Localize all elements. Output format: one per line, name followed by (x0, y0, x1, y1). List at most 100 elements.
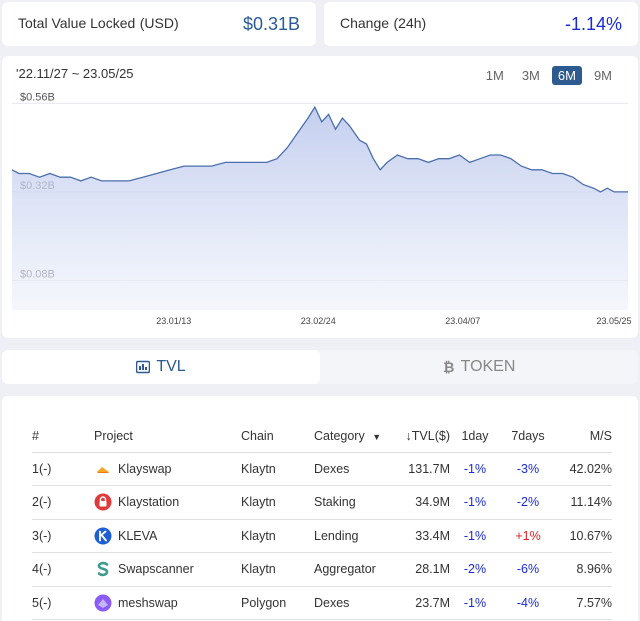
header-tvl-label: TVL($) (411, 428, 450, 443)
header-7days[interactable]: 7days (500, 420, 556, 453)
tab-token[interactable]: ₿ TOKEN (320, 350, 638, 384)
tvl-chart-card: $0.56B$0.32B$0.08B23.01/1323.02/2423.04/… (2, 56, 638, 338)
header-1day[interactable]: 1day (450, 420, 500, 453)
cell-7days: -6% (500, 552, 556, 587)
header-rank[interactable]: # (32, 420, 94, 453)
svg-text:₿: ₿ (443, 360, 454, 374)
period-button-6m[interactable]: 6M (551, 66, 582, 85)
cell-ms: 10.67% (556, 519, 612, 553)
view-tabs: TVL ₿ TOKEN (2, 350, 638, 384)
table-row[interactable]: 1(-) Klayswap Klaytn Dexes 131.7M -1% -3… (32, 452, 612, 486)
cell-chain: Klaytn (241, 552, 314, 587)
meshswap-logo-icon (94, 594, 112, 612)
cell-tvl: 28.1M (394, 552, 450, 587)
ranking-table: # Project Chain Category ▼ ↓TVL($) 1day … (32, 420, 612, 620)
header-category-label: Category (314, 428, 365, 443)
change-stat-label: Change (24h) (340, 15, 426, 33)
y-tick-label: $0.56B (20, 91, 55, 103)
cell-7days: -3% (500, 452, 556, 486)
header-category[interactable]: Category ▼ (314, 420, 394, 453)
kleva-logo-icon (94, 527, 112, 545)
tvl-label: Total Value Locked (18, 15, 136, 31)
table-header-row: # Project Chain Category ▼ ↓TVL($) 1day … (32, 420, 612, 453)
cell-chain: Klaytn (241, 485, 314, 520)
klaystation-logo-icon (94, 493, 112, 511)
table-row[interactable]: 3(-) KLEVA Klaytn Lending 33.4M -1% +1% … (32, 519, 612, 553)
cell-project[interactable]: meshswap (94, 586, 241, 620)
tab-tvl-label: TVL (156, 358, 186, 375)
cell-project[interactable]: KLEVA (94, 519, 241, 553)
cell-project[interactable]: Klaystation (94, 485, 241, 520)
x-tick-label: 23.02/24 (301, 316, 336, 326)
cell-category: Lending (314, 519, 394, 553)
cell-rank: 2(-) (32, 485, 94, 520)
cell-7days: -4% (500, 586, 556, 620)
cell-project[interactable]: Klayswap (94, 452, 241, 486)
cell-ms: 7.57% (556, 586, 612, 620)
period-button-1m[interactable]: 1M (480, 66, 510, 85)
tvl-unit: (USD) (139, 15, 179, 31)
cell-rank: 5(-) (32, 586, 94, 620)
cell-category: Aggregator (314, 552, 394, 587)
header-tvl[interactable]: ↓TVL($) (394, 420, 450, 453)
cell-ms: 11.14% (556, 485, 612, 520)
change-label: Change (340, 15, 390, 31)
cell-rank: 4(-) (32, 552, 94, 587)
cell-project[interactable]: Swapscanner (94, 552, 241, 587)
project-name: Swapscanner (118, 562, 194, 577)
ranking-table-card: # Project Chain Category ▼ ↓TVL($) 1day … (2, 396, 638, 621)
cell-chain: Polygon (241, 586, 314, 620)
cell-7days: +1% (500, 519, 556, 553)
date-range-label: '22.11/27 ~ 23.05/25 (16, 66, 134, 81)
cell-tvl: 131.7M (394, 452, 450, 486)
x-tick-label: 23.05/25 (596, 316, 631, 326)
x-tick-label: 23.04/07 (445, 316, 480, 326)
project-name: Klaystation (118, 495, 180, 510)
cell-1day: -1% (450, 485, 500, 520)
header-project[interactable]: Project (94, 420, 241, 453)
tvl-value: $0.31B (242, 13, 300, 34)
cell-chain: Klaytn (241, 519, 314, 553)
cell-category: Dexes (314, 452, 394, 486)
tvl-area-fill (12, 107, 628, 310)
tvl-stat-label: Total Value Locked (USD) (18, 15, 179, 33)
change-unit: (24h) (393, 15, 427, 31)
cell-tvl: 33.4M (394, 519, 450, 553)
swapscanner-logo-icon (97, 562, 109, 577)
cell-chain: Klaytn (241, 452, 314, 486)
table-row[interactable]: 2(-) Klaystation Klaytn Staking 34.9M -1… (32, 485, 612, 520)
x-tick-label: 23.01/13 (156, 316, 191, 326)
table-row[interactable]: 4(-) Swapscanner Klaytn Aggregator 28.1M… (32, 552, 612, 587)
table-row[interactable]: 5(-) meshswap Polygon Dexes 23.7M -1% -4… (32, 586, 612, 620)
project-name: KLEVA (118, 528, 158, 543)
cell-tvl: 23.7M (394, 586, 450, 620)
cell-1day: -1% (450, 586, 500, 620)
cell-category: Staking (314, 485, 394, 520)
cell-rank: 3(-) (32, 519, 94, 553)
bitcoin-icon: ₿ (443, 360, 455, 374)
tab-tvl[interactable]: TVL (2, 350, 320, 384)
cell-category: Dexes (314, 586, 394, 620)
tvl-stat-card: Total Value Locked (USD) $0.31B (2, 2, 316, 46)
project-name: meshswap (118, 595, 178, 610)
cell-1day: -1% (450, 452, 500, 486)
header-chain[interactable]: Chain (241, 420, 314, 453)
klayswap-logo-icon (97, 466, 109, 473)
change-stat-card: Change (24h) -1.14% (324, 2, 638, 46)
cell-ms: 42.02% (556, 452, 612, 486)
header-ms[interactable]: M/S (556, 420, 612, 453)
cell-1day: -2% (450, 552, 500, 587)
tvl-area-chart[interactable]: $0.56B$0.32B$0.08B23.01/1323.02/2423.04/… (2, 56, 638, 338)
tab-token-label: TOKEN (460, 358, 516, 375)
cell-tvl: 34.9M (394, 485, 450, 520)
tvl-chart-icon (136, 360, 151, 374)
caret-down-icon: ▼ (372, 431, 382, 442)
period-button-3m[interactable]: 3M (516, 66, 546, 85)
cell-1day: -1% (450, 519, 500, 553)
cell-ms: 8.96% (556, 552, 612, 587)
cell-7days: -2% (500, 485, 556, 520)
period-button-9m[interactable]: 9M (588, 66, 618, 85)
period-selector: 1M 3M 6M 9M (480, 66, 618, 85)
change-value: -1.14% (564, 13, 622, 34)
cell-rank: 1(-) (32, 452, 94, 486)
